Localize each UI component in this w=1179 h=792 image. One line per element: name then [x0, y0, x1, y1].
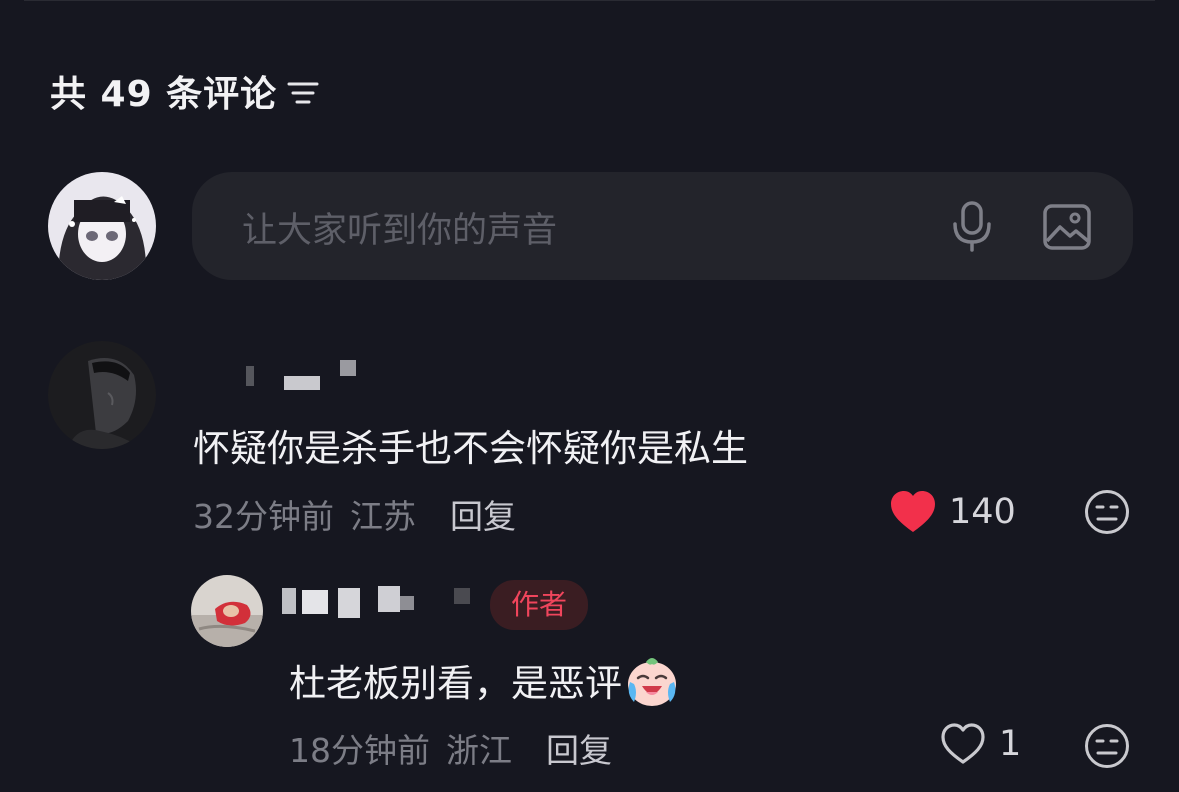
reply-like-button[interactable]: 1: [939, 722, 1021, 766]
comment-input[interactable]: 让大家听到你的声音: [192, 172, 1133, 280]
comments-header: 共 49 条评论: [50, 66, 319, 116]
like-count: 140: [949, 492, 1016, 532]
comment-input-placeholder: 让大家听到你的声音: [242, 211, 558, 251]
like-button[interactable]: 140: [889, 490, 1016, 534]
comment-meta: 32分钟前 江苏 回复: [193, 490, 516, 538]
comment-text: 怀疑你是杀手也不会怀疑你是私生: [193, 427, 748, 470]
commenter-name-redacted[interactable]: [240, 356, 370, 396]
image-icon[interactable]: [1042, 203, 1092, 251]
reply-like-count: 1: [999, 724, 1022, 764]
reply-text-row: 杜老板别看，是恶评: [289, 652, 680, 708]
reply-button[interactable]: 回复: [450, 490, 516, 538]
author-badge: 作者: [490, 580, 588, 630]
commenter-avatar[interactable]: [48, 341, 156, 449]
comment-time: 32分钟前: [193, 497, 334, 536]
comments-panel: 共 49 条评论 让大家听到你的声音 怀疑你是杀手也不会怀疑你是私生 32分钟前…: [0, 0, 1179, 792]
comment-location: 江苏: [350, 497, 416, 536]
reply-location: 浙江: [446, 731, 512, 770]
reply-button[interactable]: 回复: [546, 724, 612, 772]
reply-author-name-redacted[interactable]: [282, 582, 492, 622]
emoji-reaction-icon[interactable]: [1084, 489, 1130, 535]
comment-count-title: 共 49 条评论: [50, 74, 278, 115]
reply-meta: 18分钟前 浙江 回复: [289, 724, 612, 772]
filter-icon[interactable]: [287, 79, 319, 107]
reply-author-avatar[interactable]: [191, 575, 263, 647]
microphone-icon[interactable]: [948, 200, 996, 252]
crying-laughing-emoji-icon: [624, 652, 680, 708]
heart-filled-icon: [891, 491, 935, 532]
reply-time: 18分钟前: [289, 731, 430, 770]
reply-emoji-reaction-icon[interactable]: [1084, 723, 1130, 769]
divider: [24, 0, 1155, 1]
reply-text: 杜老板别看，是恶评: [289, 662, 622, 705]
my-avatar[interactable]: [48, 172, 156, 280]
heart-outline-icon: [941, 723, 985, 764]
